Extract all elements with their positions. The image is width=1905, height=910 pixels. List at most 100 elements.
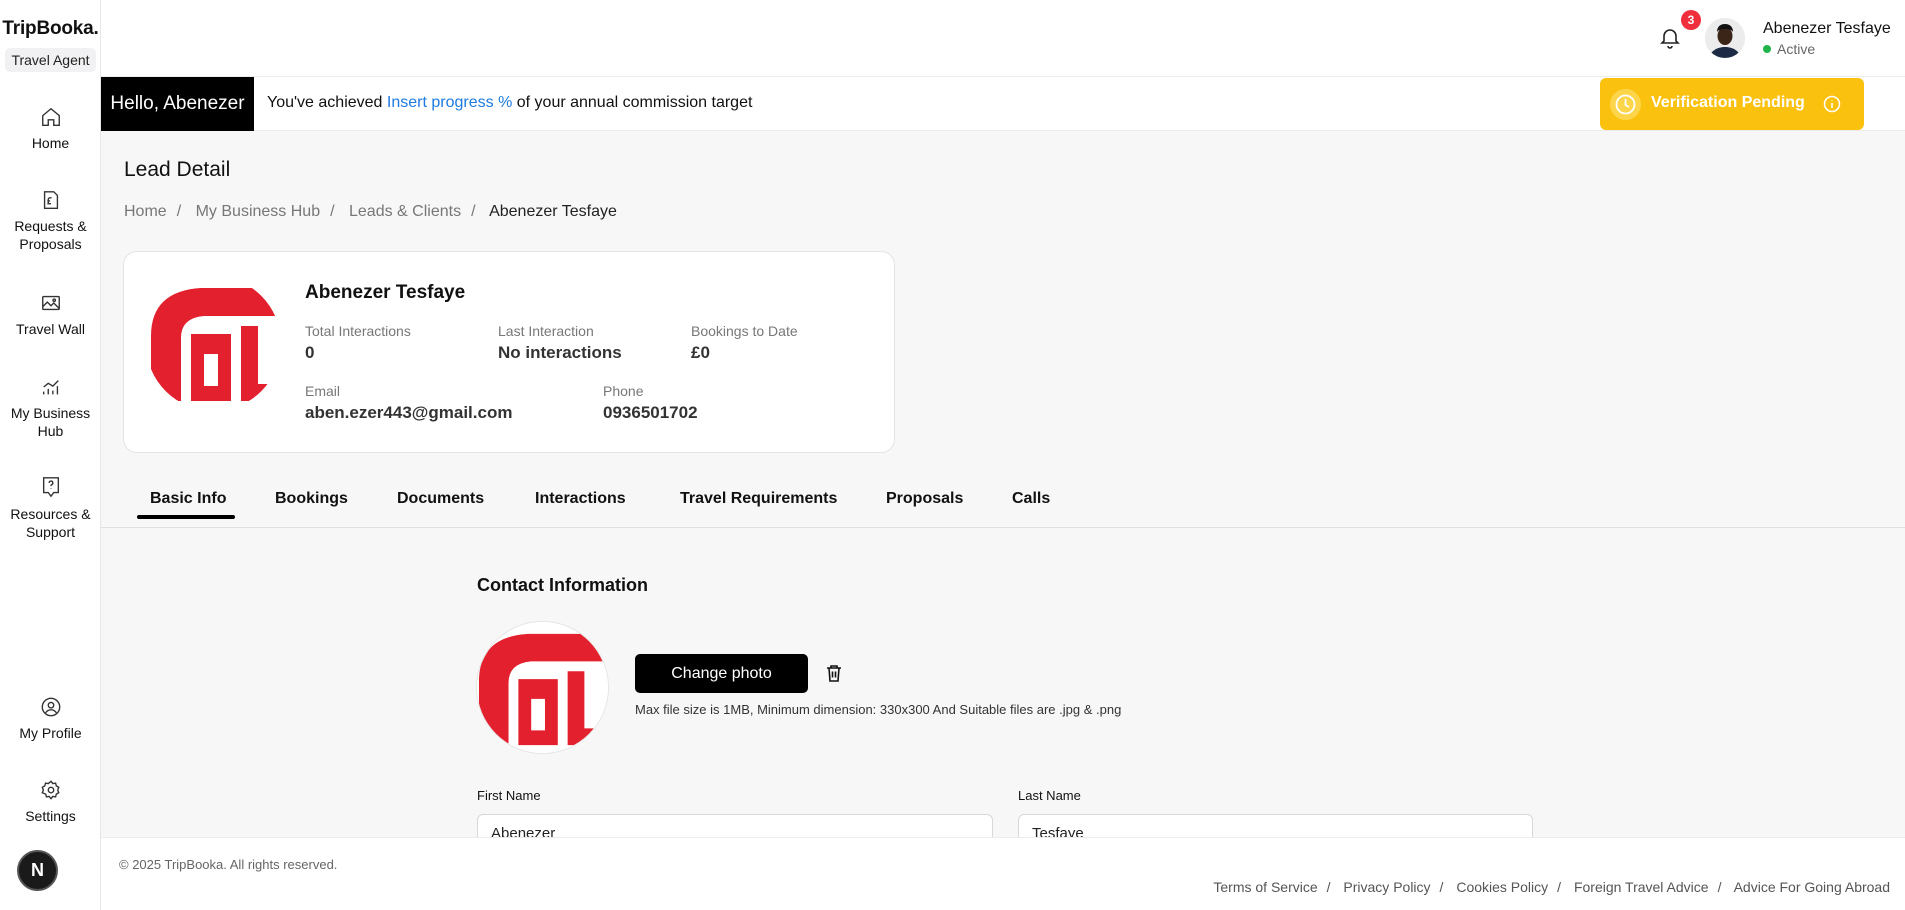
footer-link-privacy[interactable]: Privacy Policy	[1343, 879, 1430, 895]
sidebar-item-resources[interactable]: Resources & Support	[0, 475, 101, 541]
stat-label: Last Interaction	[498, 323, 594, 339]
total-interactions-stat: Total Interactions 0	[305, 323, 411, 363]
footer-separator: /	[1439, 879, 1444, 895]
phone-stat: Phone 0936501702	[603, 383, 698, 423]
greeting-banner: Hello, Abenezer You've achieved Insert p…	[101, 77, 1905, 131]
stat-value[interactable]: 0936501702	[603, 403, 698, 423]
user-avatar[interactable]	[1705, 18, 1745, 58]
footer-link-terms[interactable]: Terms of Service	[1213, 879, 1317, 895]
stat-label: Bookings to Date	[691, 323, 798, 339]
footer-links: Terms of Service / Privacy Policy / Cookie…	[1213, 879, 1890, 895]
stat-label: Email	[305, 383, 341, 399]
breadcrumb-home[interactable]: Home	[124, 203, 167, 220]
sidebar-item-travel-wall[interactable]: Travel Wall	[0, 292, 101, 338]
user-circle-icon	[41, 697, 60, 717]
brand-logo[interactable]: TripBooka.	[0, 18, 101, 40]
breadcrumb-leads-clients[interactable]: Leads & Clients	[349, 203, 461, 220]
notification-badge: 3	[1681, 10, 1701, 30]
topbar: 3 Abenezer Tesfaye Active	[101, 0, 1905, 77]
tab-travel-requirements[interactable]: Travel Requirements	[680, 490, 837, 508]
breadcrumb-separator: /	[471, 203, 476, 220]
verification-label: Verification Pending	[1651, 94, 1805, 111]
logo-mark-icon	[477, 622, 608, 753]
sidebar-item-label: My Business Hub	[10, 405, 91, 439]
logo-mark-icon	[146, 276, 281, 411]
footer-link-cookies[interactable]: Cookies Policy	[1456, 879, 1548, 895]
bookings-to-date-stat: Bookings to Date £0	[691, 323, 798, 363]
footer-link-travel-advice[interactable]: Foreign Travel Advice	[1574, 879, 1709, 895]
assistant-avatar[interactable]: N	[17, 850, 58, 891]
lead-summary-card: Abenezer Tesfaye Total Interactions 0 La…	[123, 251, 895, 453]
lead-tabs: Basic Info Bookings Documents Interactio…	[101, 478, 1905, 528]
file-requirements-hint: Max file size is 1MB, Minimum dimension:…	[635, 702, 1122, 717]
verification-pending-badge[interactable]: Verification Pending	[1600, 78, 1864, 130]
stat-label: Phone	[603, 383, 644, 399]
info-icon[interactable]	[1823, 95, 1841, 113]
user-status: Active	[1763, 41, 1815, 57]
breadcrumb-business-hub[interactable]: My Business Hub	[196, 203, 321, 220]
sidebar-item-requests[interactable]: Requests & Proposals	[0, 189, 101, 253]
sidebar-item-label: Resources & Support	[10, 506, 91, 540]
stat-value: 0	[305, 343, 315, 362]
footer-separator: /	[1557, 879, 1562, 895]
page-title: Lead Detail	[124, 158, 231, 181]
progress-suffix: of your annual commission target	[516, 94, 753, 111]
last-name-label: Last Name	[1018, 788, 1081, 803]
trash-icon[interactable]	[825, 664, 843, 683]
sidebar-item-label: My Profile	[19, 725, 82, 741]
footer: © 2025 TripBooka. All rights reserved. T…	[101, 837, 1905, 910]
active-tab-indicator	[137, 515, 235, 519]
sidebar-item-profile[interactable]: My Profile	[0, 696, 101, 742]
sidebar-item-settings[interactable]: Settings	[0, 779, 101, 825]
home-icon	[41, 107, 60, 126]
copyright: © 2025 TripBooka. All rights reserved.	[119, 857, 338, 872]
sidebar-item-home[interactable]: Home	[0, 106, 101, 152]
stat-value: £0	[691, 343, 710, 362]
footer-separator: /	[1326, 879, 1331, 895]
last-interaction-stat: Last Interaction No interactions	[498, 323, 622, 363]
tab-documents[interactable]: Documents	[397, 490, 484, 508]
bell-icon[interactable]	[1658, 26, 1682, 50]
status-dot-icon	[1763, 45, 1771, 53]
progress-link[interactable]: Insert progress %	[387, 94, 512, 111]
status-text: Active	[1777, 41, 1816, 57]
tab-interactions[interactable]: Interactions	[535, 490, 626, 508]
lead-logo	[146, 276, 281, 411]
stat-label: Total Interactions	[305, 323, 411, 339]
footer-link-going-abroad[interactable]: Advice For Going Abroad	[1734, 879, 1890, 895]
sidebar-item-label: Travel Wall	[16, 321, 85, 337]
contact-information-title: Contact Information	[477, 575, 648, 595]
commission-progress-message: You've achieved Insert progress % of you…	[267, 94, 752, 112]
user-photo-icon	[1705, 18, 1745, 58]
tab-bookings[interactable]: Bookings	[275, 490, 348, 508]
sidebar-item-label: Settings	[25, 808, 76, 824]
pound-document-icon	[43, 191, 58, 209]
user-name: Abenezer Tesfaye	[1763, 20, 1891, 37]
sidebar: TripBooka. Travel Agent Home Requests & …	[0, 0, 101, 910]
stat-value[interactable]: aben.ezer443@gmail.com	[305, 403, 512, 423]
breadcrumb: Home / My Business Hub / Leads & Clients / …	[124, 203, 617, 221]
email-stat: Email aben.ezer443@gmail.com	[305, 383, 512, 423]
clock-icon	[1610, 89, 1641, 120]
sidebar-item-label: Requests & Proposals	[14, 218, 87, 252]
role-badge: Travel Agent	[5, 48, 96, 72]
sidebar-item-label: Home	[31, 135, 70, 151]
first-name-label: First Name	[477, 788, 541, 803]
contact-photo	[476, 621, 609, 754]
breadcrumb-current: Abenezer Tesfaye	[489, 203, 617, 220]
sidebar-item-business-hub[interactable]: My Business Hub	[0, 376, 101, 440]
tab-basic-info[interactable]: Basic Info	[150, 490, 226, 508]
image-icon	[41, 295, 60, 311]
tab-proposals[interactable]: Proposals	[886, 490, 963, 508]
breadcrumb-separator: /	[330, 203, 335, 220]
tab-calls[interactable]: Calls	[1012, 490, 1050, 508]
change-photo-button[interactable]: Change photo	[635, 654, 808, 693]
lead-name: Abenezer Tesfaye	[305, 282, 466, 303]
stat-value: No interactions	[498, 343, 622, 362]
chart-icon	[42, 380, 59, 395]
breadcrumb-separator: /	[176, 203, 182, 220]
help-chat-icon	[42, 477, 59, 498]
gear-icon	[40, 780, 60, 800]
hello-greeting: Hello, Abenezer	[101, 77, 254, 131]
progress-prefix: You've achieved	[267, 94, 383, 111]
